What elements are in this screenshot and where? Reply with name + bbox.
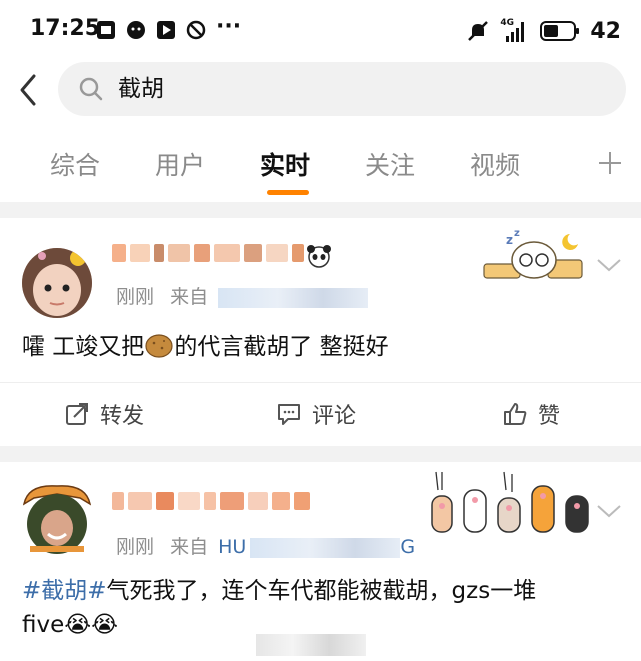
sleeping-cat-sticker: z z [483, 228, 583, 279]
tab-realtime[interactable]: 实时 [260, 146, 310, 182]
tab-following[interactable]: 关注 [365, 146, 415, 182]
post-text-part2: five😭😭 [22, 612, 118, 638]
potato-emoji-icon [145, 334, 173, 358]
more-notifications: ··· [216, 14, 242, 39]
mute-bell-icon [468, 21, 489, 41]
video-app-icon [157, 21, 175, 39]
post-source-prefix: 来自 [170, 536, 209, 558]
like-button[interactable]: 赞 [502, 398, 560, 430]
comment-icon [278, 404, 300, 425]
post-text: 嚯 工竣又把 的代言截胡了 整挺好 [22, 330, 389, 364]
hashtag-link[interactable]: #截胡# [22, 578, 107, 604]
post-source-end[interactable]: G [400, 536, 415, 558]
notification-app-icon [97, 21, 115, 39]
post-card[interactable]: 刚刚 来自 z z 嚯 工竣又把 的代言截胡了 整挺好 转发 评论 赞 [0, 218, 641, 446]
post-card[interactable]: 刚刚 来自 HU G #截胡#气死我了，连个车代都能被截胡，gzs一堆 five😭… [0, 462, 641, 661]
like-label: 赞 [538, 404, 561, 429]
tab-video[interactable]: 视频 [470, 146, 520, 182]
back-arrow-icon[interactable] [14, 70, 44, 110]
username-blurred[interactable] [112, 492, 314, 514]
post-time: 刚刚 [116, 286, 155, 308]
section-divider [0, 202, 641, 218]
status-time: 17:25 [30, 16, 101, 41]
battery-level: 42 [590, 18, 621, 44]
post-source-blurred[interactable] [218, 287, 369, 308]
block-app-icon [186, 20, 206, 40]
post-options-chevron-icon[interactable] [595, 502, 623, 520]
post-meta: 刚刚 来自 HU G [116, 532, 415, 559]
svg-text:z: z [506, 233, 513, 247]
post-source-blurred[interactable] [250, 537, 401, 558]
search-icon [79, 77, 103, 101]
active-tab-indicator [267, 190, 309, 195]
cat-paws-sticker [431, 471, 589, 533]
chat-app-icon [127, 21, 145, 39]
add-tab-icon[interactable] [597, 150, 623, 176]
search-input[interactable]: 截胡 [58, 62, 626, 116]
avatar[interactable] [22, 248, 92, 318]
svg-text:z: z [514, 228, 520, 239]
avatar[interactable] [22, 485, 92, 556]
post-actions: 转发 评论 赞 [0, 382, 641, 446]
post-meta: 刚刚 来自 [116, 282, 369, 309]
post-time: 刚刚 [116, 536, 155, 558]
post-text-part2: 的代言截胡了 整挺好 [174, 334, 389, 360]
comment-button[interactable]: 评论 [276, 398, 356, 430]
blurred-content [256, 634, 366, 656]
tab-bar: 综合 用户 实时 关注 视频 [0, 130, 641, 202]
tab-comprehensive[interactable]: 综合 [50, 146, 100, 182]
section-divider [0, 446, 641, 462]
panda-badge-icon [307, 245, 331, 268]
username-blurred[interactable] [112, 244, 308, 266]
post-text: #截胡#气死我了，连个车代都能被截胡，gzs一堆 five😭😭 [22, 574, 622, 642]
post-source-visible[interactable]: HU [218, 536, 246, 558]
signal-icon: 4G [500, 18, 530, 44]
post-text-part1: 嚯 工竣又把 [22, 334, 145, 360]
repost-button[interactable]: 转发 [64, 398, 144, 430]
post-source-prefix: 来自 [170, 286, 209, 308]
status-right: 4G 42 [466, 14, 621, 48]
status-bar: 17:25 ··· 4G 42 [0, 0, 641, 62]
post-text-part1: 气死我了，连个车代都能被截胡，gzs一堆 [106, 578, 537, 604]
post-options-chevron-icon[interactable] [595, 256, 623, 274]
comment-label: 评论 [312, 404, 357, 429]
battery-icon [540, 21, 580, 41]
thumbs-up-icon [504, 403, 527, 425]
repost-icon [66, 403, 88, 425]
tab-users[interactable]: 用户 [155, 146, 205, 182]
search-query[interactable]: 截胡 [118, 74, 164, 104]
repost-label: 转发 [100, 404, 145, 429]
